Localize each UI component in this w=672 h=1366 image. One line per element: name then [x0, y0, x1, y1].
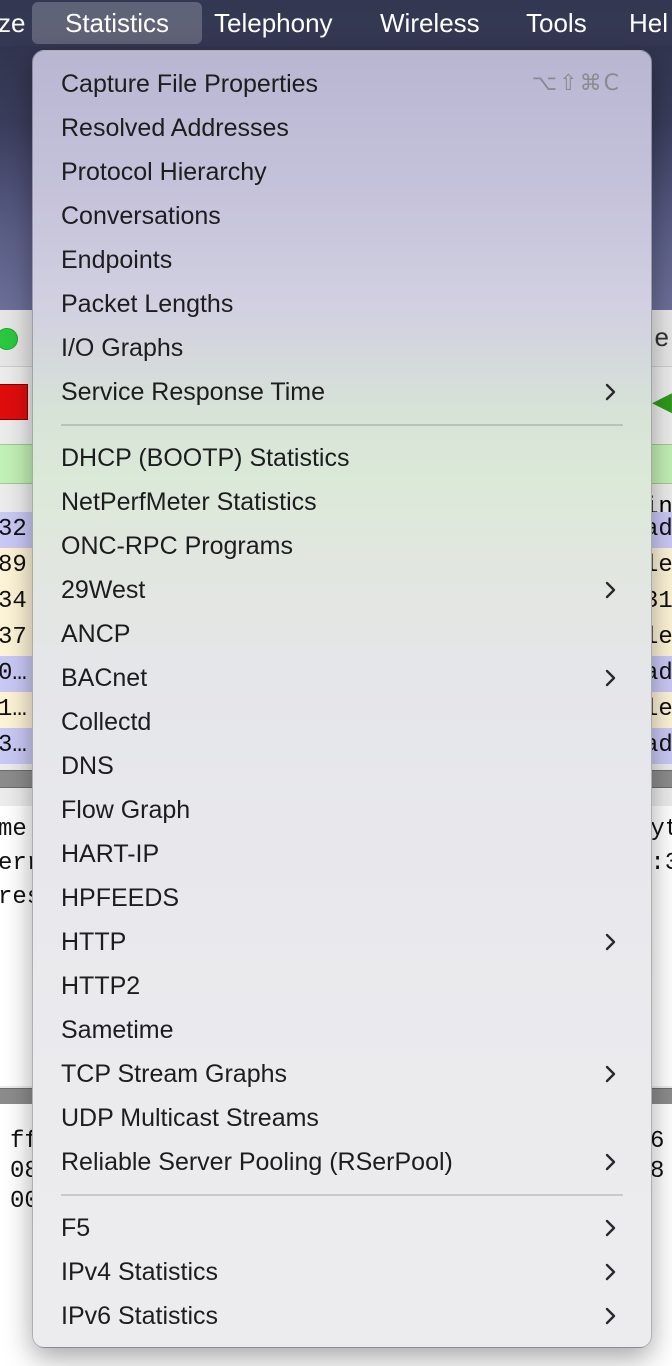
menu-item-label: HART-IP — [61, 840, 160, 868]
menu-item-label: Service Response Time — [61, 378, 326, 406]
menu-item-label: BACnet — [61, 664, 148, 692]
menu-item-label: ANCP — [61, 620, 131, 648]
menu-item-dns[interactable]: DNS — [33, 744, 651, 788]
menu-item-sametime[interactable]: Sametime — [33, 1008, 651, 1052]
menu-item-label: Collectd — [61, 708, 152, 736]
menubar-item-wireless[interactable]: Wireless — [380, 0, 480, 46]
menu-item-ipv4-statistics[interactable]: IPv4 Statistics — [33, 1250, 651, 1294]
menu-item-label: HTTP2 — [61, 972, 141, 1000]
menubar-item-tools[interactable]: Tools — [526, 0, 587, 46]
chevron-right-icon — [601, 1262, 621, 1282]
menu-item-http2[interactable]: HTTP2 — [33, 964, 651, 1008]
menu-item-label: IPv6 Statistics — [61, 1302, 218, 1330]
keyboard-shortcut: ⌥⇧⌘C — [531, 71, 621, 96]
menu-item-label: IPv4 Statistics — [61, 1258, 218, 1286]
hex-line: 8 — [650, 1158, 665, 1185]
menu-item-ipv6-statistics[interactable]: IPv6 Statistics — [33, 1294, 651, 1338]
menu-item-label: ONC-RPC Programs — [61, 532, 293, 560]
chevron-right-icon — [601, 668, 621, 688]
menu-item-label: Conversations — [61, 202, 221, 230]
menu-item-udp-multicast-streams[interactable]: UDP Multicast Streams — [33, 1096, 651, 1140]
menu-item-ancp[interactable]: ANCP — [33, 612, 651, 656]
menu-item-label: Protocol Hierarchy — [61, 158, 267, 186]
detail-line: me — [0, 816, 27, 843]
menu-item-label: HPFEEDS — [61, 884, 180, 912]
packet-cell: 32 — [0, 516, 27, 543]
menubar-item-help[interactable]: Hel — [629, 0, 668, 46]
menu-item-flow-graph[interactable]: Flow Graph — [33, 788, 651, 832]
stop-capture-icon[interactable] — [0, 384, 28, 420]
packet-cell: 1… — [0, 696, 27, 723]
menu-item-label: DNS — [61, 752, 114, 780]
menu-item-label: 29West — [61, 576, 146, 604]
menubar-item-statistics[interactable]: Statistics — [32, 2, 202, 44]
menu-item-netperfmeter-statistics[interactable]: NetPerfMeter Statistics — [33, 480, 651, 524]
menu-item-conversations[interactable]: Conversations — [33, 194, 651, 238]
menu-item-bacnet[interactable]: BACnet — [33, 656, 651, 700]
menu-item-label: Sametime — [61, 1016, 174, 1044]
go-forward-arrow-icon[interactable]: ◀ — [652, 388, 672, 414]
statistics-menu: Capture File Properties ⌥⇧⌘C Resolved Addr… — [32, 50, 652, 1348]
packet-cell: 37 — [0, 624, 27, 651]
packet-cell: 3… — [0, 732, 27, 759]
chevron-right-icon — [601, 382, 621, 402]
chevron-right-icon — [601, 1306, 621, 1326]
menu-item-packet-lengths[interactable]: Packet Lengths — [33, 282, 651, 326]
menu-item-endpoints[interactable]: Endpoints — [33, 238, 651, 282]
menu-item-resolved-addresses[interactable]: Resolved Addresses — [33, 106, 651, 150]
menu-item-protocol-hierarchy[interactable]: Protocol Hierarchy — [33, 150, 651, 194]
menu-item-hart-ip[interactable]: HART-IP — [33, 832, 651, 876]
menu-item-29west[interactable]: 29West — [33, 568, 651, 612]
menu-item-label: HTTP — [61, 928, 127, 956]
packet-cell: 0… — [0, 660, 27, 687]
menu-item-label: Capture File Properties — [61, 70, 319, 98]
chevron-right-icon — [601, 580, 621, 600]
chevron-right-icon — [601, 1218, 621, 1238]
menu-item-tcp-stream-graphs[interactable]: TCP Stream Graphs — [33, 1052, 651, 1096]
packet-cell: 89 — [0, 552, 27, 579]
menu-item-service-response-time[interactable]: Service Response Time — [33, 370, 651, 414]
menu-item-label: TCP Stream Graphs — [61, 1060, 288, 1088]
menu-item-label: Reliable Server Pooling (RSerPool) — [61, 1148, 453, 1176]
menu-item-label: I/O Graphs — [61, 334, 184, 362]
menu-item-hpfeeds[interactable]: HPFEEDS — [33, 876, 651, 920]
menu-item-label: F5 — [61, 1214, 91, 1242]
menu-item-dhcp-bootp-statistics[interactable]: DHCP (BOOTP) Statistics — [33, 436, 651, 480]
menu-separator — [61, 424, 623, 426]
menu-item-label: UDP Multicast Streams — [61, 1104, 319, 1132]
menu-item-label: Endpoints — [61, 246, 173, 274]
menubar-item-telephony[interactable]: Telephony — [214, 0, 333, 46]
menu-item-label: DHCP (BOOTP) Statistics — [61, 444, 350, 472]
menu-item-reliable-server-pooling-rserpool[interactable]: Reliable Server Pooling (RSerPool) — [33, 1140, 651, 1184]
menu-bar: ze Statistics Telephony Wireless Tools H… — [0, 0, 672, 46]
chevron-right-icon — [601, 1064, 621, 1084]
menu-item-label: Flow Graph — [61, 796, 191, 824]
menu-item-onc-rpc-programs[interactable]: ONC-RPC Programs — [33, 524, 651, 568]
menu-item-f5[interactable]: F5 — [33, 1206, 651, 1250]
hex-line: 6 — [650, 1128, 665, 1155]
menu-item-i-o-graphs[interactable]: I/O Graphs — [33, 326, 651, 370]
menu-item-label: Resolved Addresses — [61, 114, 289, 142]
menu-item-label: NetPerfMeter Statistics — [61, 488, 317, 516]
menu-item-collectd[interactable]: Collectd — [33, 700, 651, 744]
menubar-item-analyze[interactable]: ze — [0, 0, 25, 46]
chevron-right-icon — [601, 932, 621, 952]
menu-separator — [61, 1194, 623, 1196]
menu-item-label: Packet Lengths — [61, 290, 234, 318]
chevron-right-icon — [601, 1152, 621, 1172]
menu-item-http[interactable]: HTTP — [33, 920, 651, 964]
menu-item-capture-file-properties[interactable]: Capture File Properties ⌥⇧⌘C — [33, 62, 651, 106]
packet-cell: 34 — [0, 588, 27, 615]
